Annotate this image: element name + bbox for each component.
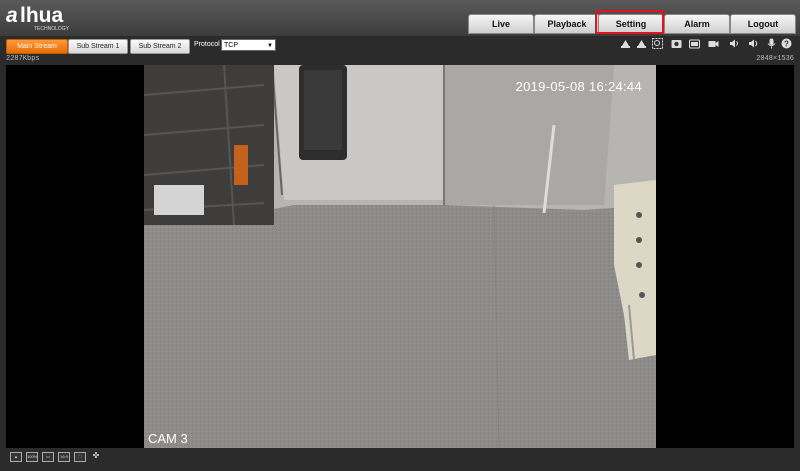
bottom-controls: ▲ 100% ▭ 16:9 ⛶ ✜ (0, 448, 800, 471)
protocol-select[interactable]: TCP ▼ (221, 39, 276, 51)
tab-logout[interactable]: Logout (730, 14, 796, 34)
fullscreen-icon[interactable]: ⛶ (74, 452, 86, 462)
sub-stream-2-button[interactable]: Sub Stream 2 (130, 39, 190, 54)
ratio-icon[interactable]: 16:9 (58, 452, 70, 462)
original-size-icon[interactable]: 100% (26, 452, 38, 462)
triple-snapshot-icon[interactable] (689, 38, 700, 49)
video-area[interactable]: 2019-05-08 16:24:44 CAM 3 (6, 65, 794, 448)
svg-text:a: a (6, 4, 18, 27)
stream-icon[interactable] (636, 38, 647, 49)
sub-stream-1-button[interactable]: Sub Stream 1 (68, 39, 128, 54)
chevron-down-icon: ▼ (267, 43, 273, 49)
talk-icon[interactable] (748, 38, 759, 49)
snapshot-icon[interactable] (671, 38, 682, 49)
resolution-readout: 2048×1536 (756, 55, 794, 63)
protocol-label: Protocol (194, 41, 220, 48)
brand-logo: a lhua TECHNOLOGY (6, 4, 70, 32)
help-icon[interactable]: ? (781, 38, 792, 49)
svg-text:TECHNOLOGY: TECHNOLOGY (34, 26, 70, 32)
image-adjust-icon[interactable]: ▲ (10, 452, 22, 462)
record-icon[interactable] (708, 38, 719, 49)
tab-setting[interactable]: Setting (598, 14, 664, 34)
bitrate-readout: 2287Kbps (6, 55, 40, 63)
camera-name-overlay: CAM 3 (148, 431, 188, 446)
main-stream-button[interactable]: Main Stream (6, 39, 68, 54)
live-video-feed[interactable]: 2019-05-08 16:24:44 CAM 3 (144, 65, 656, 448)
ptz-icon[interactable] (620, 38, 631, 49)
ptz-panel-icon[interactable]: ✜ (90, 452, 102, 462)
svg-text:?: ? (784, 40, 789, 49)
zoom-icon[interactable] (652, 38, 663, 49)
fit-icon[interactable]: ▭ (42, 452, 54, 462)
camera-scene (144, 65, 656, 448)
audio-icon[interactable] (729, 38, 740, 49)
svg-text:lhua: lhua (20, 4, 63, 27)
tab-alarm[interactable]: Alarm (664, 14, 730, 34)
video-timestamp: 2019-05-08 16:24:44 (515, 79, 642, 94)
tab-live[interactable]: Live (468, 14, 534, 34)
microphone-icon[interactable] (766, 38, 777, 49)
protocol-value: TCP (224, 42, 238, 49)
tab-playback[interactable]: Playback (534, 14, 600, 34)
header: a lhua TECHNOLOGY Live Playback Setting … (0, 0, 800, 36)
